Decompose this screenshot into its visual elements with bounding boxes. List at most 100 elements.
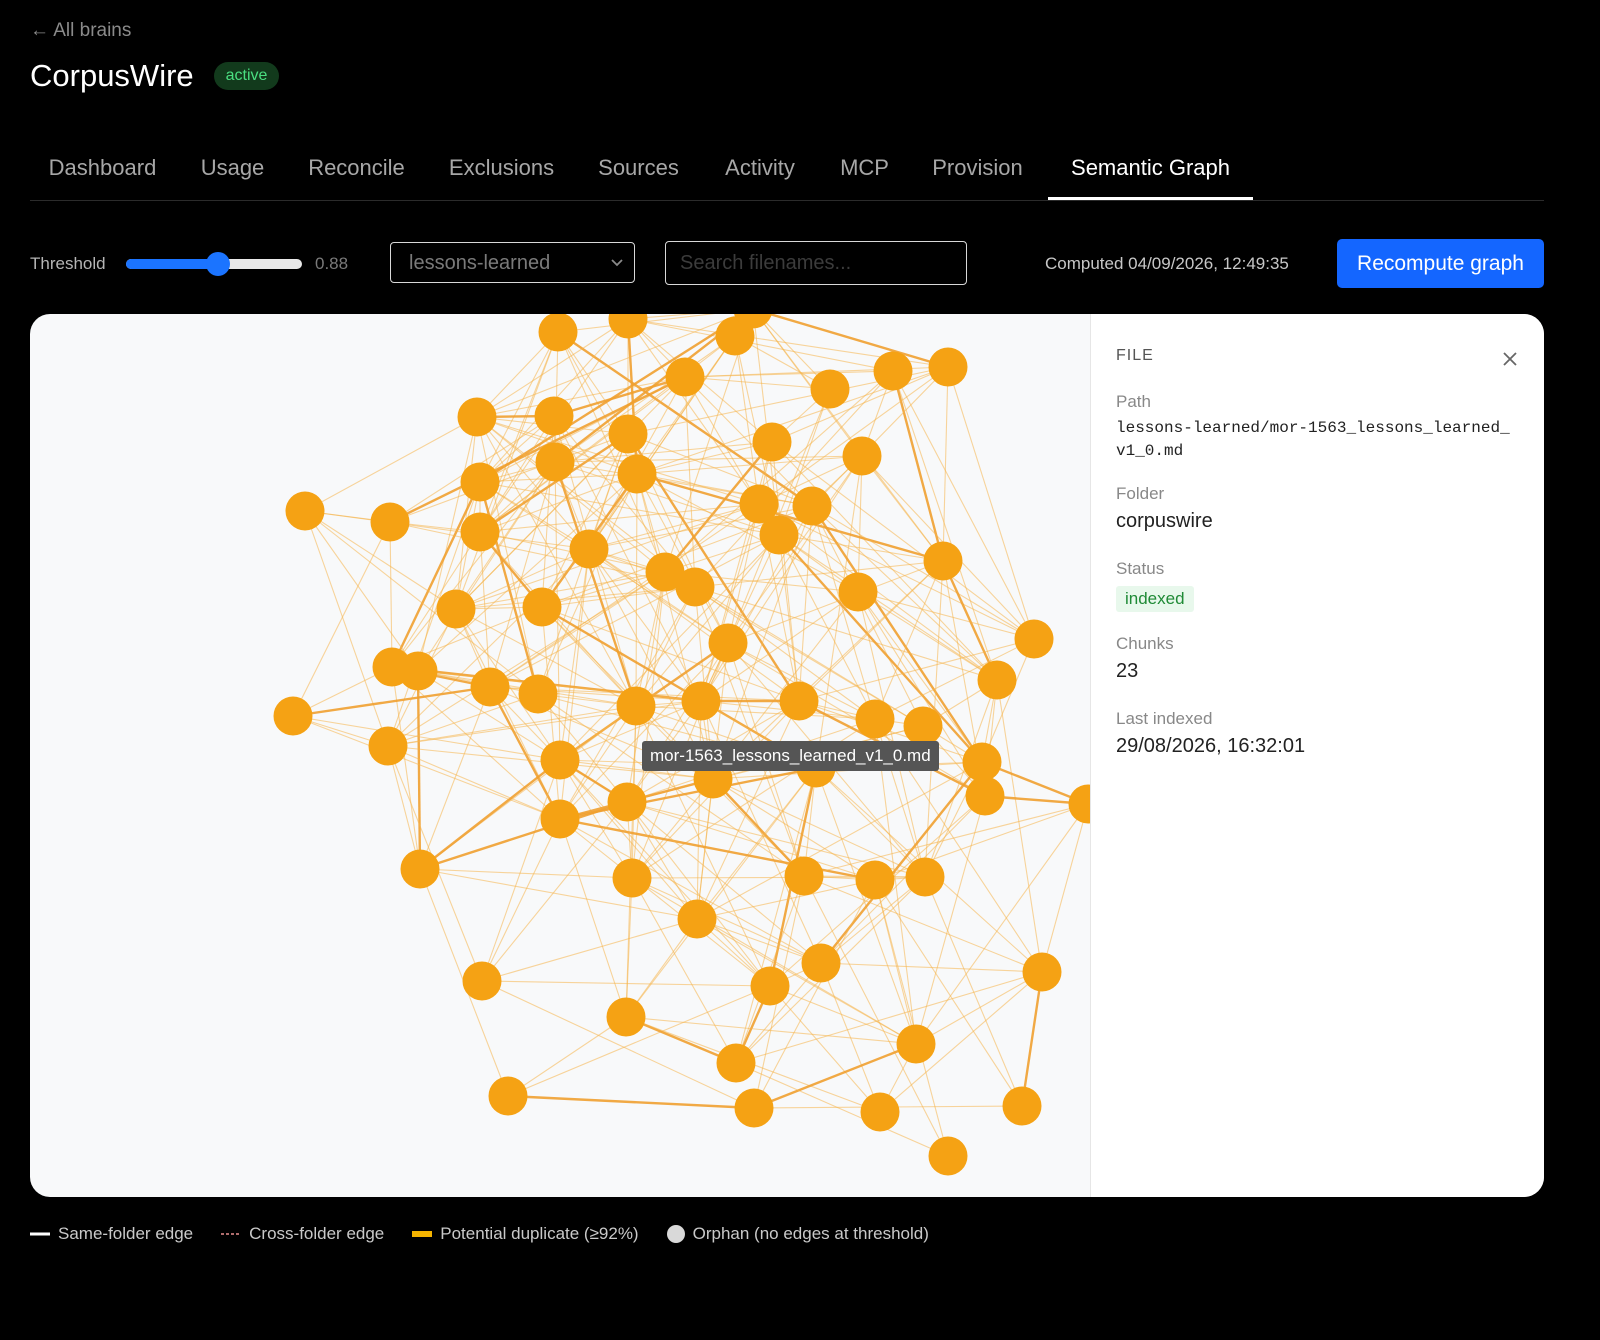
- graph-edge: [820, 962, 1043, 973]
- search-input[interactable]: [665, 241, 967, 285]
- graph-edge: [1020, 971, 1044, 1107]
- graph-node[interactable]: [1022, 952, 1062, 992]
- graph-node[interactable]: [977, 660, 1017, 700]
- graph-node[interactable]: [752, 422, 792, 462]
- tab-usage[interactable]: Usage: [201, 145, 265, 198]
- tab-activity[interactable]: Activity: [723, 145, 797, 198]
- graph-node[interactable]: [784, 856, 824, 896]
- threshold-slider[interactable]: [126, 252, 302, 276]
- graph-node[interactable]: [607, 782, 647, 822]
- graph-node[interactable]: [873, 351, 913, 391]
- graph-edge: [507, 1016, 627, 1097]
- graph-edge: [769, 985, 917, 1045]
- tab-exclusions[interactable]: Exclusions: [449, 145, 554, 198]
- graph-node[interactable]: [518, 674, 558, 714]
- graph-node[interactable]: [488, 1076, 528, 1116]
- graph-node[interactable]: [368, 726, 408, 766]
- graph-node[interactable]: [460, 512, 500, 552]
- graph-legend: Same-folder edge Cross-folder edge Poten…: [30, 1224, 929, 1244]
- graph-node[interactable]: [616, 686, 656, 726]
- tab-provision[interactable]: Provision: [932, 145, 1023, 198]
- graph-node[interactable]: [540, 740, 580, 780]
- graph-node[interactable]: [923, 541, 963, 581]
- graph-node[interactable]: [838, 572, 878, 612]
- graph-node[interactable]: [569, 529, 609, 569]
- graph-node[interactable]: [535, 442, 575, 482]
- graph-node[interactable]: [928, 347, 968, 387]
- tab-mcp[interactable]: MCP: [840, 145, 889, 198]
- graph-node[interactable]: [681, 681, 721, 721]
- chevron-down-icon: [611, 259, 623, 267]
- graph-node[interactable]: [538, 314, 578, 352]
- graph-node[interactable]: [1014, 619, 1054, 659]
- graph-node[interactable]: [779, 681, 819, 721]
- graph-node[interactable]: [540, 799, 580, 839]
- tab-semantic-graph[interactable]: Semantic Graph: [1048, 145, 1253, 200]
- graph-edge: [625, 877, 633, 1018]
- orphan-dot-icon: [666, 1225, 685, 1243]
- status-pill: indexed: [1116, 586, 1194, 612]
- graph-node[interactable]: [842, 436, 882, 476]
- graph-node[interactable]: [675, 567, 715, 607]
- graph-node[interactable]: [460, 462, 500, 502]
- graph-node[interactable]: [734, 1088, 774, 1128]
- graph-node[interactable]: [860, 1092, 900, 1132]
- graph-node[interactable]: [1068, 784, 1091, 824]
- graph-node[interactable]: [606, 997, 646, 1037]
- page-title: CorpusWire: [30, 58, 194, 93]
- graph-node[interactable]: [801, 943, 841, 983]
- graph-node[interactable]: [716, 1043, 756, 1083]
- graph-node[interactable]: [400, 849, 440, 889]
- slider-thumb[interactable]: [205, 252, 230, 276]
- graph-node[interactable]: [617, 454, 657, 494]
- graph-node[interactable]: [1002, 1086, 1042, 1126]
- graph-edge: [769, 985, 881, 1113]
- graph-node[interactable]: [759, 515, 799, 555]
- graph-node[interactable]: [855, 860, 895, 900]
- graph-edge: [559, 818, 627, 1018]
- graph-edge: [292, 521, 391, 717]
- graph-node[interactable]: [436, 589, 476, 629]
- graph-node[interactable]: [370, 502, 410, 542]
- graph-node[interactable]: [928, 1136, 968, 1176]
- graph-node[interactable]: [273, 696, 313, 736]
- graph-node[interactable]: [677, 899, 717, 939]
- back-to-all-brains-link[interactable]: ← All brains: [30, 20, 131, 42]
- graph-node[interactable]: [965, 776, 1005, 816]
- graph-node[interactable]: [608, 414, 648, 454]
- legend-same-folder: Same-folder edge: [30, 1224, 193, 1244]
- recompute-graph-button[interactable]: Recompute graph: [1337, 239, 1544, 288]
- graph-node[interactable]: [855, 699, 895, 739]
- graph-edge: [758, 503, 1035, 640]
- thick-line-icon: [412, 1231, 433, 1237]
- graph-node[interactable]: [522, 587, 562, 627]
- graph-node[interactable]: [750, 966, 790, 1006]
- tab-dashboard[interactable]: Dashboard: [48, 145, 157, 198]
- folder-select[interactable]: lessons-learned: [390, 242, 635, 283]
- graph-node[interactable]: [962, 742, 1002, 782]
- graph-node[interactable]: [903, 706, 943, 746]
- graph-node[interactable]: [905, 857, 945, 897]
- close-icon[interactable]: [1501, 350, 1519, 368]
- graph-node[interactable]: [462, 961, 502, 1001]
- semantic-graph-canvas[interactable]: mor-1563_lessons_learned_v1_0.md: [30, 314, 1090, 1197]
- threshold-label: Threshold: [30, 254, 106, 273]
- graph-node[interactable]: [810, 369, 850, 409]
- graph-node[interactable]: [708, 623, 748, 663]
- graph-node[interactable]: [457, 397, 497, 437]
- graph-node[interactable]: [470, 667, 510, 707]
- graph-node[interactable]: [285, 491, 325, 531]
- graph-card: mor-1563_lessons_learned_v1_0.md FILE Pa…: [30, 314, 1544, 1197]
- graph-node[interactable]: [896, 1024, 936, 1064]
- tab-reconcile[interactable]: Reconcile: [308, 145, 405, 198]
- graph-node[interactable]: [612, 858, 652, 898]
- tab-sources[interactable]: Sources: [598, 145, 679, 198]
- last-indexed-value: 29/08/2026, 16:32:01: [1116, 735, 1306, 757]
- graph-node[interactable]: [398, 651, 438, 691]
- graph-node[interactable]: [792, 486, 832, 526]
- graph-node[interactable]: [665, 357, 705, 397]
- dashed-line-icon: [221, 1233, 242, 1235]
- graph-edge: [559, 759, 771, 987]
- graph-node[interactable]: [534, 396, 574, 436]
- chunks-value: 23: [1116, 660, 1139, 682]
